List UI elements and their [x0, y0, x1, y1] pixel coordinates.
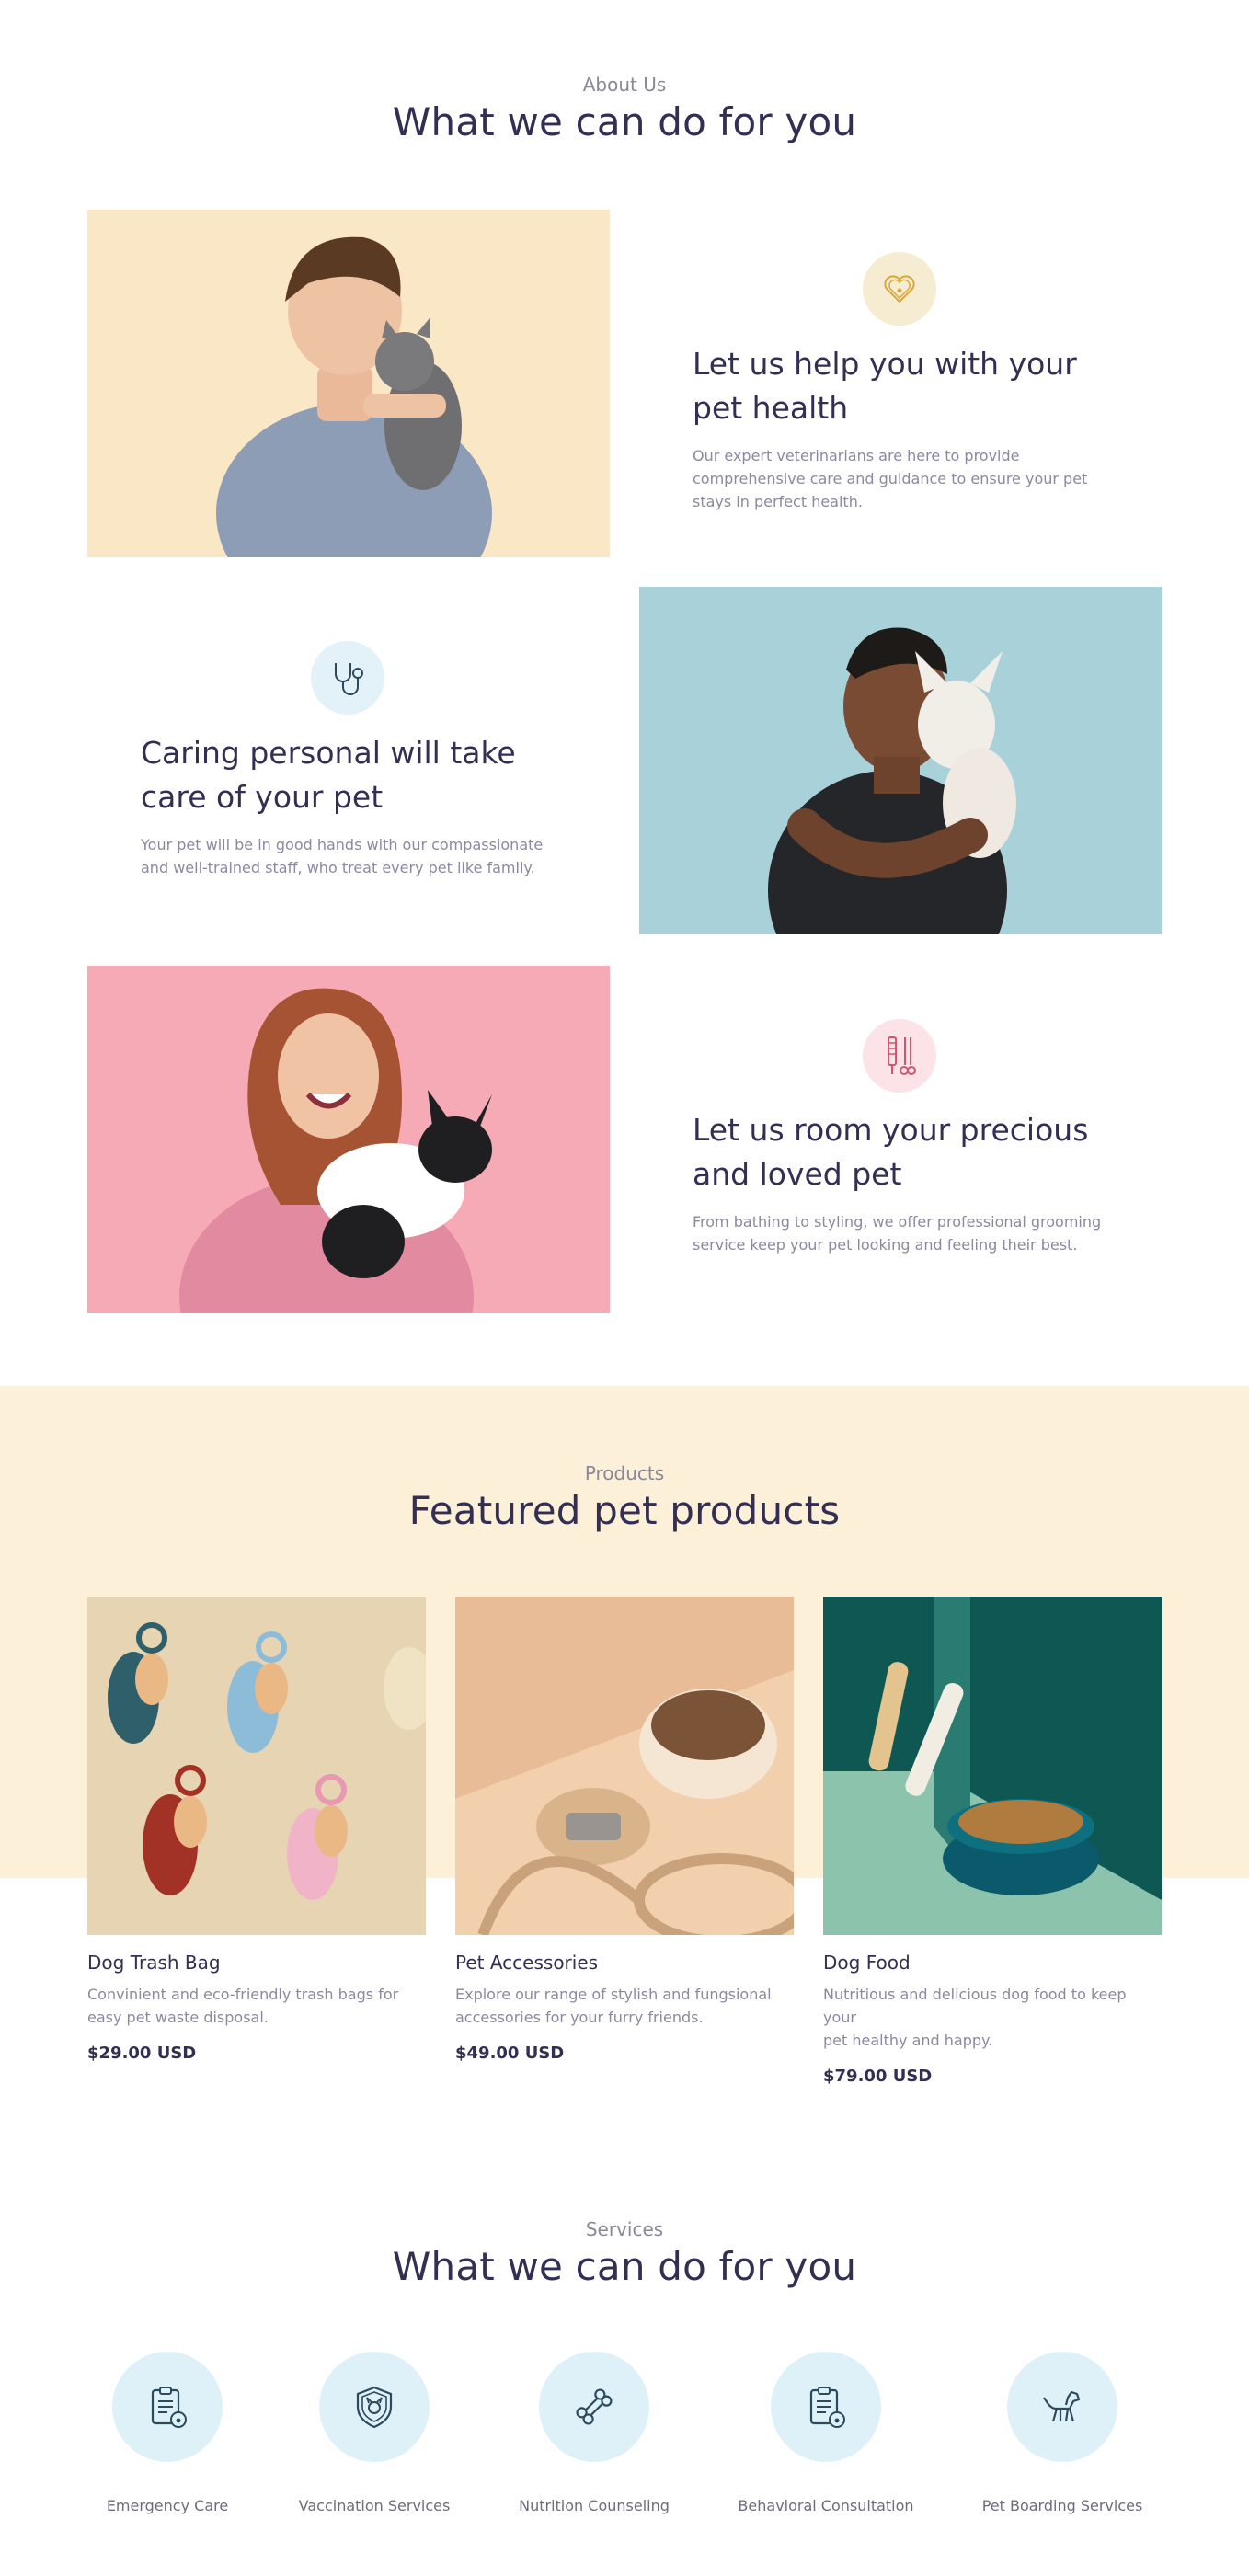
service-pet-boarding[interactable]: Pet Boarding Services: [961, 2352, 1163, 2514]
bone-icon: [576, 2388, 613, 2425]
feature-1-title-line1: Let us help you with your: [693, 346, 1077, 382]
product-desc-line2: accessories for your furry friends.: [455, 2009, 704, 2026]
grooming-tools-icon: [863, 1019, 936, 1093]
product-desc-line1: Nutritious and delicious dog food to kee…: [823, 1986, 1127, 2026]
product-price: $49.00 USD: [455, 2044, 565, 2063]
feature-2-title-line1: Caring personal will take: [141, 735, 516, 771]
shield-dog-icon: [356, 2386, 393, 2429]
product-desc-line2: easy pet waste disposal.: [87, 2009, 269, 2026]
product-description: Convinient and eco-friendly trash bags f…: [87, 1983, 426, 2029]
feature-2-description: Your pet will be in good hands with our …: [141, 833, 582, 879]
about-title: What we can do for you: [392, 99, 857, 144]
product-desc-line1: Convinient and eco-friendly trash bags f…: [87, 1986, 399, 2003]
product-name[interactable]: Dog Food: [823, 1952, 1162, 1974]
service-label[interactable]: Vaccination Services: [273, 2497, 476, 2514]
service-vaccination[interactable]: Vaccination Services: [273, 2352, 476, 2514]
service-emergency-care[interactable]: Emergency Care: [66, 2352, 269, 2514]
service-label[interactable]: Emergency Care: [66, 2497, 269, 2514]
feature-2-desc-line1: Your pet will be in good hands with our …: [141, 836, 544, 853]
service-label[interactable]: Pet Boarding Services: [961, 2497, 1163, 2514]
feature-1-description: Our expert veterinarians are here to pro…: [693, 444, 1134, 513]
feature-3-title: Let us room your precious and loved pet: [693, 1108, 1171, 1196]
product-name[interactable]: Pet Accessories: [455, 1952, 794, 1974]
service-label[interactable]: Behavioral Consultation: [725, 2497, 927, 2514]
products-title: Featured pet products: [408, 1488, 841, 1533]
feature-1-title-line2: pet health: [693, 390, 849, 426]
service-icon-circle[interactable]: [112, 2352, 223, 2462]
product-desc-line2: pet healthy and happy.: [823, 2032, 993, 2049]
dog-food-image[interactable]: [823, 1597, 1162, 1935]
pet-accessories-image[interactable]: [455, 1597, 794, 1935]
service-icon-circle[interactable]: [1007, 2352, 1117, 2462]
grooming-tools-icon-circle: [863, 1019, 936, 1093]
heart-paw-icon: [863, 252, 936, 326]
dog-icon: [1043, 2390, 1081, 2422]
service-behavioral-consultation[interactable]: Behavioral Consultation: [725, 2352, 927, 2514]
product-description: Nutritious and delicious dog food to kee…: [823, 1983, 1162, 2052]
product-desc-line1: Explore our range of stylish and fungsio…: [455, 1986, 772, 2003]
feature-1-desc-line3: stays in perfect health.: [693, 493, 863, 510]
feature-3-desc-line1: From bathing to styling, we offer profes…: [693, 1213, 1102, 1231]
product-description: Explore our range of stylish and fungsio…: [455, 1983, 794, 2029]
clipboard-paw-icon: [809, 2387, 845, 2428]
about-eyebrow: About Us: [582, 74, 667, 96]
service-icon-circle[interactable]: [539, 2352, 649, 2462]
service-icon-circle[interactable]: [319, 2352, 430, 2462]
services-title: What we can do for you: [392, 2244, 857, 2289]
feature-2-title-line2: care of your pet: [141, 779, 384, 815]
boy-with-cat-photo: [87, 210, 610, 557]
feature-3-description: From bathing to styling, we offer profes…: [693, 1210, 1152, 1256]
service-label[interactable]: Nutrition Counseling: [493, 2497, 695, 2514]
feature-3-title-line1: Let us room your precious: [693, 1112, 1089, 1148]
service-nutrition[interactable]: Nutrition Counseling: [493, 2352, 695, 2514]
clipboard-paw-icon: [151, 2387, 187, 2428]
dog-trash-bag-image[interactable]: [87, 1597, 426, 1935]
man-with-bulldog-photo: [639, 587, 1162, 934]
feature-1-title: Let us help you with your pet health: [693, 342, 1171, 430]
heart-paw-icon-circle: [863, 252, 936, 326]
feature-1-desc-line1: Our expert veterinarians are here to pro…: [693, 447, 1020, 464]
product-price: $79.00 USD: [823, 2067, 933, 2086]
woman-with-dog-photo: [87, 966, 610, 1313]
service-icon-circle[interactable]: [771, 2352, 881, 2462]
feature-2-title: Caring personal will take care of your p…: [141, 731, 619, 819]
products-eyebrow: Products: [584, 1462, 665, 1484]
feature-3-title-line2: and loved pet: [693, 1156, 902, 1192]
feature-2-desc-line2: and well-trained staff, who treat every …: [141, 859, 535, 876]
product-card-pet-accessories[interactable]: Pet Accessories Explore our range of sty…: [455, 1597, 794, 2063]
feature-1-desc-line2: comprehensive care and guidance to ensur…: [693, 470, 1088, 487]
product-card-dog-food[interactable]: Dog Food Nutritious and delicious dog fo…: [823, 1597, 1162, 2086]
services-eyebrow: Services: [585, 2218, 664, 2240]
product-price: $29.00 USD: [87, 2044, 197, 2063]
product-name[interactable]: Dog Trash Bag: [87, 1952, 426, 1974]
feature-3-desc-line2: service keep your pet looking and feelin…: [693, 1236, 1078, 1254]
stethoscope-icon-circle: [311, 641, 384, 715]
stethoscope-icon: [311, 641, 384, 715]
product-card-dog-trash-bag[interactable]: Dog Trash Bag Convinient and eco-friendl…: [87, 1597, 426, 2063]
